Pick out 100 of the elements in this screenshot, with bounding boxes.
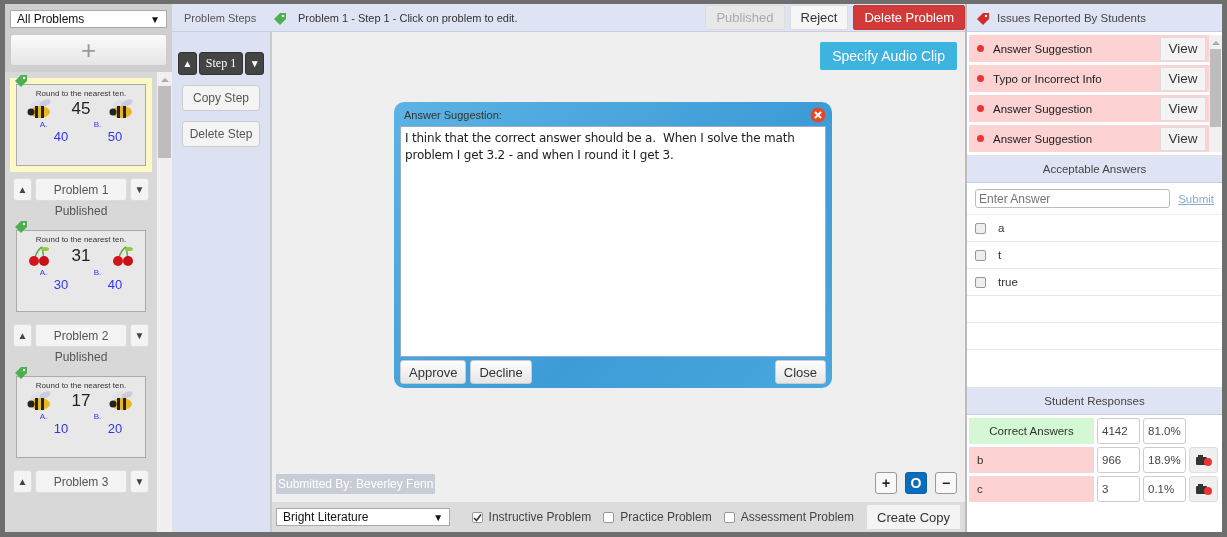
- breadcrumb: Problem 1 - Step 1 - Click on problem to edit.: [297, 11, 519, 24]
- status-dot: [977, 45, 984, 52]
- status-dot: [977, 135, 984, 142]
- problem-card[interactable]: Round to the nearest ten. 17 A. 10 B. 20: [10, 370, 152, 464]
- option-letter: B.: [93, 268, 103, 277]
- problem-button[interactable]: Problem 3: [35, 470, 127, 493]
- option-value: 40: [52, 129, 69, 144]
- view-button[interactable]: View: [1160, 126, 1206, 151]
- library-select[interactable]: Bright Literature ▼: [276, 508, 451, 526]
- problem-number: 31: [71, 246, 91, 266]
- submitted-by: Submitted By: Beverley Fenn: [276, 474, 436, 494]
- response-count: 3: [1097, 476, 1140, 502]
- bee-icon: [27, 98, 53, 120]
- close-icon[interactable]: [810, 107, 826, 123]
- step-up-button[interactable]: ▲: [177, 52, 197, 75]
- view-button[interactable]: View: [1160, 66, 1206, 91]
- step-action-button[interactable]: Delete Step: [182, 121, 260, 147]
- dialog-button[interactable]: Decline: [470, 360, 532, 384]
- option-letter: A.: [39, 412, 49, 421]
- problem-button[interactable]: Problem 2: [35, 324, 127, 347]
- tag-icon: [975, 10, 991, 25]
- issue-label: Answer Suggestion: [993, 42, 1094, 55]
- response-count: 4142: [1097, 418, 1140, 444]
- option-letter: B.: [93, 412, 103, 421]
- checkbox[interactable]: [603, 511, 615, 523]
- problem-prompt: Round to the nearest ten.: [35, 381, 127, 390]
- dialog-button[interactable]: Approve: [400, 360, 467, 384]
- close-button[interactable]: Close: [774, 360, 826, 384]
- step-action-button[interactable]: Copy Step: [182, 85, 260, 111]
- tag-icon: [13, 365, 29, 379]
- checkbox[interactable]: [471, 511, 483, 523]
- problem-number: 17: [71, 391, 91, 411]
- zoom-in-button[interactable]: +: [875, 472, 897, 494]
- suggestion-text[interactable]: I think that the correct answer should be a. When I solve the math problem I get 3.2 - and when I round it I get 3.: [400, 126, 826, 357]
- move-up-button[interactable]: ▲: [13, 324, 32, 347]
- scrollbar[interactable]: [157, 72, 172, 532]
- move-down-button[interactable]: ▼: [130, 324, 149, 347]
- response-count: 966: [1097, 447, 1140, 473]
- issue-label: Answer Suggestion: [993, 132, 1094, 145]
- option-value: 10: [52, 421, 69, 436]
- toolbar-button[interactable]: Delete Problem: [853, 5, 965, 30]
- checkbox-label: Assessment Problem: [740, 510, 854, 524]
- response-percent: 81.0%: [1143, 418, 1186, 444]
- move-up-button[interactable]: ▲: [13, 178, 32, 201]
- answer-input[interactable]: Enter Answer: [975, 189, 1171, 208]
- tag-icon: [272, 10, 288, 25]
- move-up-button[interactable]: ▲: [13, 470, 32, 493]
- dialog-title: Answer Suggestion:: [403, 109, 502, 121]
- problem-prompt: Round to the nearest ten.: [35, 89, 127, 98]
- responses-heading: Student Responses: [967, 387, 1222, 415]
- bee-icon: [109, 98, 135, 120]
- checkbox-label: Practice Problem: [620, 510, 712, 524]
- record-button[interactable]: [1189, 476, 1218, 502]
- issues-heading: Issues Reported By Students: [997, 11, 1146, 24]
- checkbox[interactable]: [723, 511, 735, 523]
- option-letter: B.: [93, 120, 103, 129]
- answer-text: true: [998, 276, 1018, 288]
- bee-icon: [27, 390, 53, 412]
- create-copy-button[interactable]: Create Copy: [866, 504, 961, 530]
- problem-prompt: Round to the nearest ten.: [35, 235, 127, 244]
- view-button[interactable]: View: [1160, 96, 1206, 121]
- answer-text: a: [998, 222, 1005, 234]
- zoom-reset-button[interactable]: O: [905, 472, 927, 494]
- tag-icon: [13, 219, 29, 233]
- camera-icon: [1194, 482, 1213, 496]
- option-value: 30: [52, 277, 69, 292]
- step-button[interactable]: Step 1: [198, 52, 244, 75]
- problem-filter-select[interactable]: All Problems ▼: [10, 10, 167, 28]
- problem-button[interactable]: Problem 1: [35, 178, 127, 201]
- answer-text: t: [998, 249, 1002, 261]
- move-down-button[interactable]: ▼: [130, 470, 149, 493]
- status-dot: [977, 105, 984, 112]
- checkbox[interactable]: [975, 276, 986, 288]
- cherries-icon: [27, 244, 51, 268]
- checkbox[interactable]: [975, 222, 986, 234]
- option-value: 50: [106, 129, 123, 144]
- checkbox-label: Instructive Problem: [488, 510, 592, 524]
- view-button[interactable]: View: [1160, 36, 1206, 61]
- move-down-button[interactable]: ▼: [130, 178, 149, 201]
- option-letter: A.: [39, 120, 49, 129]
- checkbox[interactable]: [975, 249, 986, 261]
- problem-status: Published: [53, 350, 109, 364]
- step-down-button[interactable]: ▼: [245, 52, 265, 75]
- record-button[interactable]: [1189, 447, 1218, 473]
- response-answer: b: [969, 447, 1094, 473]
- scrollbar[interactable]: [1209, 35, 1222, 152]
- steps-heading: Problem Steps: [183, 11, 258, 24]
- zoom-out-button[interactable]: −: [935, 472, 957, 494]
- problem-status: Published: [53, 204, 109, 218]
- issue-label: Answer Suggestion: [993, 102, 1094, 115]
- status-dot: [977, 75, 984, 82]
- response-answer: c: [969, 476, 1094, 502]
- response-percent: 18.9%: [1143, 447, 1186, 473]
- problem-number: 45: [71, 99, 91, 119]
- camera-icon: [1194, 453, 1213, 467]
- toolbar-button[interactable]: Reject: [789, 5, 849, 30]
- problem-card[interactable]: Round to the nearest ten. 45 A. 40 B. 50: [10, 78, 152, 172]
- problem-card[interactable]: Round to the nearest ten. 31 A. 30 B. 40: [10, 224, 152, 318]
- cherries-icon: [111, 244, 135, 268]
- answers-heading: Acceptable Answers: [967, 155, 1222, 183]
